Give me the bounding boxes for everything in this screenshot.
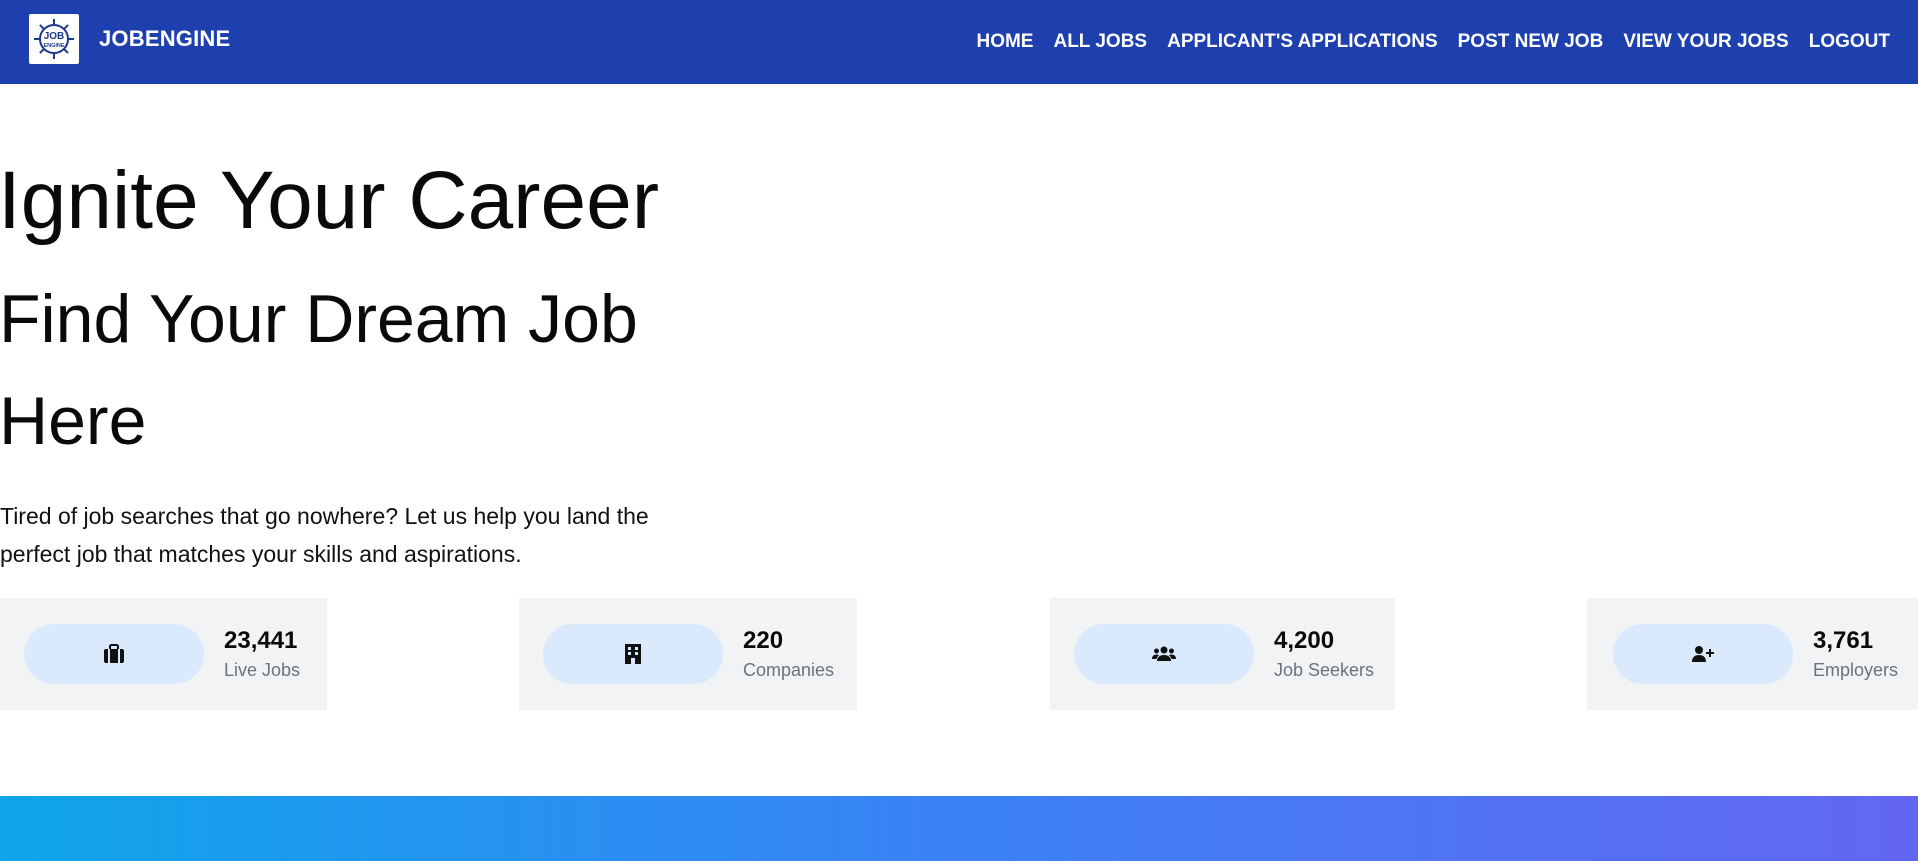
brand-logo[interactable]: JOB ENGINE	[29, 14, 79, 64]
user-plus-icon	[1692, 646, 1714, 662]
building-icon	[625, 644, 641, 664]
nav-view-your-jobs[interactable]: VIEW YOUR JOBS	[1623, 31, 1788, 53]
stat-icon-pill	[1613, 624, 1793, 684]
svg-text:JOB: JOB	[44, 31, 65, 42]
stat-text: 220 Companies	[743, 627, 834, 681]
hero-title: Ignite Your Career	[0, 155, 660, 246]
users-icon	[1152, 646, 1176, 661]
stat-value: 220	[743, 627, 784, 654]
stat-text: 23,441 Live Jobs	[224, 627, 300, 681]
stat-card-job-seekers: 4,200 Job Seekers	[1050, 598, 1395, 710]
stat-icon-pill	[1074, 624, 1254, 684]
gear-icon: JOB ENGINE	[34, 19, 74, 59]
main-nav: HOME ALL JOBS APPLICANT'S APPLICATIONS P…	[976, 0, 1890, 84]
brand[interactable]: JOB ENGINE JOBENGINE	[29, 14, 230, 64]
stat-card-live-jobs: 23,441 Live Jobs	[0, 598, 327, 710]
hero-subtitle: Find Your Dream Job Here	[0, 281, 638, 459]
stat-card-companies: 220 Companies	[519, 598, 857, 710]
top-navbar: JOB ENGINE JOBENGINE HOME ALL JOBS APPLI…	[0, 0, 1918, 84]
stat-value: 23,441	[224, 627, 298, 654]
stat-label: Job Seekers	[1274, 660, 1375, 680]
stat-label: Employers	[1813, 660, 1899, 680]
stat-icon-pill	[543, 624, 723, 684]
nav-applicants-applications[interactable]: APPLICANT'S APPLICATIONS	[1167, 31, 1438, 53]
hero-description: Tired of job searches that go nowhere? L…	[0, 503, 649, 567]
stat-icon-pill	[24, 624, 204, 684]
stat-card-employers: 3,761 Employers	[1587, 598, 1918, 710]
nav-post-new-job[interactable]: POST NEW JOB	[1458, 31, 1604, 53]
svg-text:ENGINE: ENGINE	[43, 43, 64, 49]
nav-logout[interactable]: LOGOUT	[1809, 31, 1890, 53]
gradient-section-band	[0, 796, 1918, 861]
stat-text: 3,761 Employers	[1813, 627, 1898, 681]
stat-label: Live Jobs	[224, 660, 301, 680]
nav-all-jobs[interactable]: ALL JOBS	[1053, 31, 1147, 53]
stat-value: 4,200	[1274, 627, 1335, 654]
stat-value: 3,761	[1813, 627, 1874, 654]
stat-text: 4,200 Job Seekers	[1274, 627, 1374, 681]
brand-name[interactable]: JOBENGINE	[99, 26, 230, 52]
stat-label: Companies	[743, 660, 835, 680]
briefcase-icon	[104, 644, 124, 663]
nav-home[interactable]: HOME	[976, 31, 1033, 53]
